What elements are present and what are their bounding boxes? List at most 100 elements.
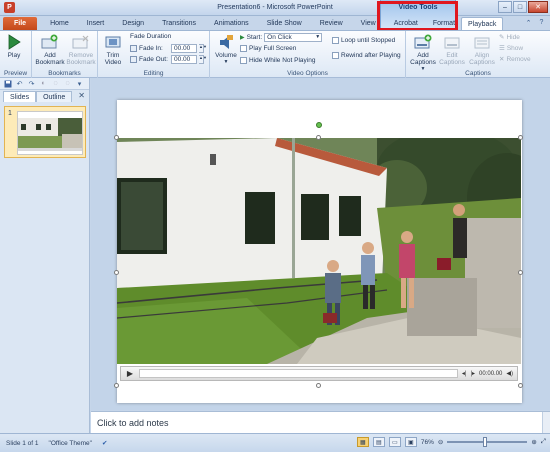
resize-handle-bottom-right[interactable]	[518, 383, 523, 388]
edit-captions-button[interactable]: Edit Captions	[439, 33, 465, 66]
trim-video-icon	[104, 33, 122, 51]
slide-thumbnail[interactable]: 1	[4, 106, 86, 158]
toolbar-icon-2[interactable]: ◌	[51, 79, 60, 88]
group-captions: Add Captions ▼ Edit Captions Align Capti…	[406, 31, 550, 78]
loop-checkbox[interactable]	[332, 37, 339, 44]
group-preview: Play Preview	[0, 31, 32, 78]
zoom-out-icon[interactable]: ⊖	[438, 438, 443, 446]
undo-icon[interactable]: ↶	[15, 79, 24, 88]
notes-placeholder: Click to add notes	[97, 418, 169, 428]
tab-slide-show[interactable]: Slide Show	[258, 17, 311, 30]
redo-icon[interactable]: ↷	[27, 79, 36, 88]
tab-slides[interactable]: Slides	[3, 91, 37, 102]
resize-handle-right[interactable]	[518, 270, 523, 275]
zoom-in-icon[interactable]: ⊕	[531, 438, 536, 446]
pane-tabs: Slides Outline ✕	[0, 90, 89, 102]
fade-in-spinner[interactable]: ▲▼	[199, 44, 207, 53]
player-timeline[interactable]	[139, 369, 458, 378]
edit-captions-label: Edit Captions	[439, 52, 465, 66]
loop-label: Loop until Stopped	[341, 37, 396, 44]
slide-canvas[interactable]: ▶ ◂| |▸ 00:00.00 ◀)	[114, 100, 523, 403]
toolbar-icon-3[interactable]: ◌	[63, 79, 72, 88]
play-label: Play	[7, 52, 21, 59]
player-back-icon[interactable]: ◂|	[462, 370, 467, 377]
slide-sorter-view-icon[interactable]: ▤	[372, 437, 385, 447]
show-captions-icon: ☰	[499, 45, 505, 52]
play-icon	[5, 33, 23, 51]
zoom-level[interactable]: 76%	[421, 439, 434, 446]
rotation-handle[interactable]	[316, 122, 322, 128]
close-button[interactable]: ✕	[528, 1, 548, 13]
hide-while-not-playing-checkbox[interactable]	[240, 57, 247, 64]
add-bookmark-label: Add Bookmark	[35, 52, 65, 66]
tab-playback[interactable]: Playback	[461, 17, 504, 30]
loop-row: Loop until Stopped	[332, 37, 395, 44]
volume-dropdown-icon: ▼	[223, 59, 229, 65]
slide-show-view-icon[interactable]: ▣	[404, 437, 417, 447]
tab-home[interactable]: Home	[41, 17, 78, 30]
tab-insert[interactable]: Insert	[78, 17, 114, 30]
notes-pane[interactable]: Click to add notes	[91, 411, 550, 434]
align-captions-icon	[473, 33, 491, 51]
minimize-button[interactable]: –	[498, 1, 512, 13]
title-bar: P Presentation6 - Microsoft PowerPoint –…	[0, 0, 550, 16]
play-button[interactable]: Play	[5, 33, 23, 59]
hide-captions-button[interactable]: ✎ Hide	[499, 33, 520, 42]
remove-captions-button[interactable]: ✕ Remove	[499, 55, 531, 64]
trim-video-button[interactable]: Trim Video	[101, 33, 125, 66]
show-captions-label: Show	[506, 44, 524, 52]
fade-out-input[interactable]: 00.00	[171, 55, 197, 64]
video-player-controls: ▶ ◂| |▸ 00:00.00 ◀)	[120, 366, 518, 381]
volume-button[interactable]: Volume ▼	[213, 33, 239, 66]
save-icon[interactable]	[3, 79, 12, 88]
help-icon[interactable]: ?	[537, 18, 546, 27]
start-select[interactable]: On Click ▼	[264, 33, 323, 42]
minimize-ribbon-icon[interactable]: ⌃	[524, 18, 533, 27]
hide-while-not-playing-row: Hide While Not Playing	[240, 57, 315, 64]
customize-toolbar-icon[interactable]: ▾	[75, 79, 84, 88]
resize-handle-top[interactable]	[316, 135, 321, 140]
group-bookmarks: Add Bookmark Remove Bookmark Bookmarks	[32, 31, 98, 78]
align-captions-button[interactable]: Align Captions	[468, 33, 496, 66]
normal-view-icon[interactable]: ▦	[356, 437, 369, 447]
resize-handle-top-right[interactable]	[518, 135, 523, 140]
player-play-icon[interactable]: ▶	[125, 369, 135, 379]
player-volume-icon[interactable]: ◀)	[506, 370, 513, 377]
resize-handle-bottom-left[interactable]	[114, 383, 119, 388]
rewind-checkbox[interactable]	[332, 52, 339, 59]
player-forward-icon[interactable]: |▸	[470, 370, 475, 377]
tab-design[interactable]: Design	[113, 17, 153, 30]
video-frame[interactable]	[117, 138, 521, 364]
remove-captions-label: Remove	[506, 55, 531, 63]
fade-in-input[interactable]: 00.00	[171, 44, 197, 53]
maximize-button[interactable]: □	[513, 1, 527, 13]
resize-handle-top-left[interactable]	[114, 135, 119, 140]
resize-handle-bottom[interactable]	[316, 383, 321, 388]
group-editing: Trim Video Fade Duration Fade In: 00.00 ▲…	[98, 31, 210, 78]
window-controls: – □ ✕	[498, 1, 548, 13]
add-captions-icon	[414, 33, 432, 51]
notes-scrollbar[interactable]	[542, 412, 550, 434]
zoom-slider[interactable]	[447, 437, 528, 447]
zoom-slider-thumb[interactable]	[483, 437, 488, 447]
reading-view-icon[interactable]: ▭	[388, 437, 401, 447]
tab-transitions[interactable]: Transitions	[153, 17, 205, 30]
tab-review[interactable]: Review	[311, 17, 352, 30]
theme-name: "Office Theme"	[48, 439, 92, 447]
spell-check-icon[interactable]: ✔	[102, 439, 107, 447]
tab-outline[interactable]: Outline	[36, 91, 73, 102]
add-bookmark-button[interactable]: Add Bookmark	[35, 33, 65, 66]
tab-animations[interactable]: Animations	[205, 17, 258, 30]
fit-to-window-icon[interactable]: ⤢	[541, 438, 546, 446]
show-captions-button[interactable]: ☰ Show	[499, 44, 524, 53]
status-right: ▦ ▤ ▭ ▣ 76% ⊖ ⊕ ⤢	[356, 437, 546, 447]
play-full-screen-checkbox[interactable]	[240, 45, 247, 52]
add-captions-button[interactable]: Add Captions ▼	[409, 33, 437, 73]
slide-count: Slide 1 of 1	[6, 439, 39, 447]
remove-bookmark-button[interactable]: Remove Bookmark	[66, 33, 96, 66]
close-pane-icon[interactable]: ✕	[78, 91, 85, 100]
resize-handle-left[interactable]	[114, 270, 119, 275]
toolbar-icon-1[interactable]: ◐	[39, 79, 48, 88]
fade-out-spinner[interactable]: ▲▼	[199, 55, 207, 64]
tab-file[interactable]: File	[3, 17, 38, 30]
